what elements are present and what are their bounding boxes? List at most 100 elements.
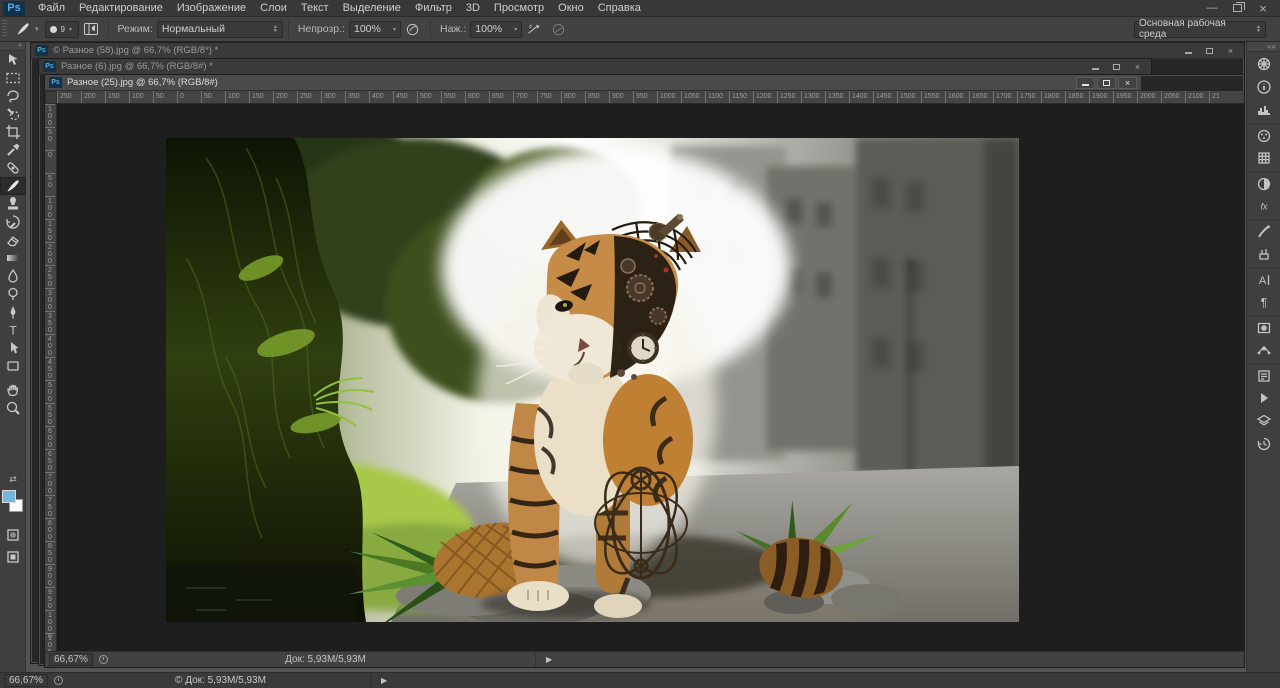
crop-tool[interactable] [0,123,26,141]
gradient-tool[interactable] [0,249,26,267]
maximize-button[interactable] [1200,45,1219,57]
blur-tool[interactable] [0,267,26,285]
clone-stamp-tool[interactable] [0,195,26,213]
foreground-color-swatch[interactable] [2,490,16,503]
zoom-tool[interactable] [0,399,26,417]
tablet-size-icon[interactable] [546,20,570,38]
minimize-button[interactable] [1179,45,1198,57]
screen-mode-button[interactable] [0,548,26,566]
panel-brush[interactable] [1247,219,1280,242]
canvas-image-cyborg-tiger[interactable] [166,138,1019,622]
panel-styles[interactable]: fx [1247,194,1280,217]
tablet-opacity-icon[interactable] [401,20,425,38]
flow-select[interactable]: 100% ▾ [470,21,522,38]
rectangular-marquee-tool[interactable] [0,69,26,87]
menu-item[interactable]: Редактирование [72,0,170,16]
minimize-button[interactable]: — [1205,2,1219,14]
clone-stamp-icon [5,196,21,212]
document-status-bar: 66,67% Док: 5,93M/5,93M ▶ [45,651,1244,667]
document-2-titlebar[interactable]: Ps Разное (6).jpg @ 66,7% (RGB/8#) * × [39,59,1151,75]
close-button[interactable]: × [1256,1,1270,16]
move-tool[interactable] [0,51,26,69]
options-grip[interactable] [2,20,7,38]
hand-icon [5,382,21,398]
eraser-tool[interactable] [0,231,26,249]
menu-item[interactable]: Фильтр [408,0,459,16]
type-tool[interactable]: T [0,321,26,339]
pen-tool[interactable] [0,303,26,321]
panel-layer-comps[interactable] [1247,363,1280,386]
navigator-icon [1256,56,1272,72]
panel-color[interactable] [1247,123,1280,146]
app-zoom-level-field[interactable]: 66,67% [4,674,48,687]
menu-item[interactable]: Окно [551,0,591,16]
shape-tool[interactable] [0,357,26,375]
collapse-tools-icon[interactable]: » [0,42,25,51]
document-3-titlebar[interactable]: Ps Разное (25).jpg @ 66,7% (RGB/8#) × [45,75,1141,91]
path-selection-tool[interactable] [0,339,26,357]
zoom-level-field[interactable]: 66,67% [49,653,93,666]
minimize-button[interactable] [1086,61,1105,73]
eraser-icon [5,232,21,248]
menu-item[interactable]: Текст [294,0,336,16]
panel-histogram[interactable] [1247,98,1280,121]
panel-masks[interactable] [1247,315,1280,338]
document-1-titlebar[interactable]: Ps © Разное (58).jpg @ 66,7% (RGB/8*) * … [31,43,1244,59]
toggle-brush-panel-icon[interactable] [79,20,103,38]
brush-tool[interactable] [0,177,26,195]
menu-item[interactable]: Файл [31,0,72,16]
canvas-viewport[interactable] [57,104,1244,651]
character-icon: A [1256,272,1272,288]
close-button[interactable]: × [1221,45,1240,57]
mode-select[interactable]: Нормальный ▲▼ [157,21,283,38]
panel-actions[interactable] [1247,386,1280,409]
maximize-button[interactable] [1097,77,1116,89]
status-expand-button[interactable]: ▶ [536,655,562,664]
menu-item[interactable]: Просмотр [487,0,551,16]
panel-info[interactable] [1247,75,1280,98]
brush-tool-icon[interactable] [11,20,35,38]
menu-item[interactable]: Слои [253,0,294,16]
quick-mask-button[interactable] [0,526,26,544]
document-size-field[interactable]: Док: 5,93M/5,93M [116,652,536,667]
horizontal-ruler[interactable]: 2502001501005005010015020025030035040045… [57,91,1244,104]
panel-paths[interactable] [1247,338,1280,361]
ruler-origin-box[interactable] [45,91,57,104]
lasso-icon [5,88,21,104]
quick-selection-tool[interactable] [0,105,26,123]
brush-preset-picker[interactable]: 9 ▾ [45,21,79,38]
panel-layers[interactable] [1247,409,1280,432]
maximize-button[interactable] [1107,61,1126,73]
restore-button[interactable] [1233,4,1242,12]
close-button[interactable]: × [1128,61,1147,73]
expand-panels-icon[interactable]: «« [1247,42,1280,52]
healing-brush-tool[interactable] [0,159,26,177]
window-controls: — × [1205,1,1280,16]
opacity-select[interactable]: 100% ▾ [349,21,401,38]
status-expand-button[interactable]: ▶ [371,676,397,685]
panel-navigator[interactable] [1247,52,1280,75]
dodge-tool[interactable] [0,285,26,303]
close-button[interactable]: × [1118,77,1137,89]
airbrush-icon[interactable] [522,20,546,38]
panel-history[interactable] [1247,432,1280,455]
caret-down-icon[interactable]: ▾ [35,25,39,33]
workspace-switcher[interactable]: Основная рабочая среда ▲▼ [1134,21,1266,38]
eyedropper-tool[interactable] [0,141,26,159]
panel-character[interactable]: A [1247,267,1280,290]
panel-adjustments[interactable] [1247,171,1280,194]
hand-tool[interactable] [0,381,26,399]
app-document-size-field[interactable]: © Док: 5,93M/5,93M [71,673,371,688]
panel-swatches[interactable] [1247,146,1280,169]
menu-item[interactable]: 3D [459,0,487,16]
swap-colors-icon[interactable]: ⇄ [1,474,25,485]
menu-item[interactable]: Справка [591,0,648,16]
panel-tool-presets[interactable] [1247,242,1280,265]
lasso-tool[interactable] [0,87,26,105]
vertical-ruler[interactable]: 1005005010015020025030035040045050055060… [45,104,57,651]
menu-item[interactable]: Изображение [170,0,253,16]
minimize-button[interactable] [1076,77,1095,89]
history-brush-tool[interactable] [0,213,26,231]
panel-paragraph[interactable]: ¶ [1247,290,1280,313]
menu-item[interactable]: Выделение [336,0,408,16]
